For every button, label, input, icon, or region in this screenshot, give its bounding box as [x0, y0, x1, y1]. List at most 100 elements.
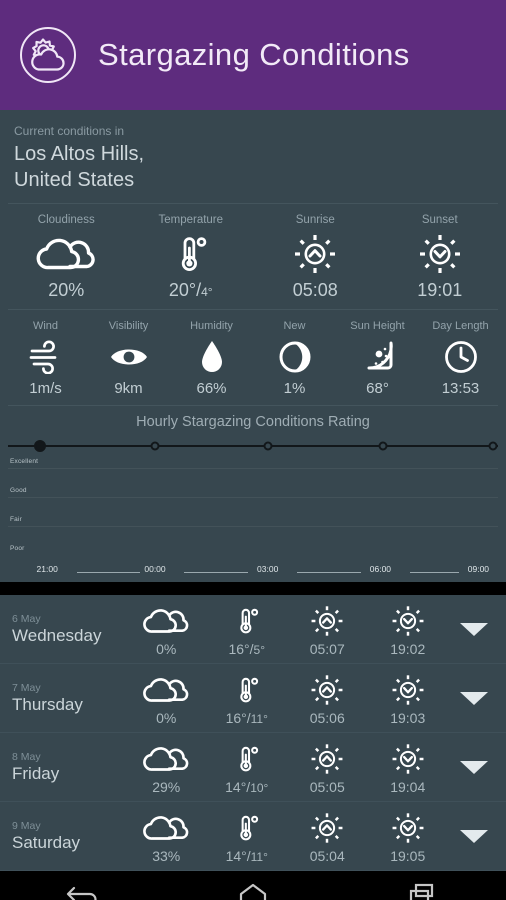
expand-row-button[interactable]	[448, 622, 500, 636]
condition-temperature: Temperature 20°/4°	[129, 214, 254, 301]
android-navigation-bar	[0, 871, 506, 900]
forecast-value: 14°/10°	[225, 778, 269, 795]
cloud-icon	[138, 602, 194, 638]
page-title: Stargazing Conditions	[98, 37, 410, 72]
forecast-value: 29%	[152, 778, 181, 795]
condition-label: Sunrise	[295, 214, 335, 226]
thermometer-icon	[169, 232, 213, 276]
forecast-value: 05:06	[309, 709, 345, 726]
sunrise-icon	[309, 809, 345, 845]
current-conditions-primary: Cloudiness 20% Temperature 20°/4° Sunris…	[0, 204, 506, 309]
chart-marker[interactable]	[33, 440, 46, 452]
forecast-value: 05:04	[309, 847, 345, 864]
expand-row-button[interactable]	[448, 691, 500, 705]
forecast-temperature: 16°/11°	[207, 671, 288, 726]
condition-label: Sun Height	[350, 320, 405, 332]
location-city: Los Altos Hills,	[14, 143, 145, 165]
forecast-value: 05:05	[309, 778, 345, 795]
condition-label: Visibility	[108, 320, 149, 332]
condition-sunset: Sunset 19:01	[378, 214, 503, 301]
chart-x-tick: 06:00	[369, 564, 392, 574]
app-window: Stargazing Conditions Current conditions…	[0, 0, 506, 900]
home-icon	[233, 881, 273, 900]
chart-title: Hourly Stargazing Conditions Rating	[136, 414, 370, 430]
temp-low: 5°	[253, 642, 266, 657]
table-row[interactable]: 6 May Wednesday 0% 16°/5° 05:07 19:02	[0, 595, 506, 664]
forecast-value: 16°/11°	[225, 709, 268, 726]
temp-low: 4°	[201, 285, 213, 299]
moon-phase-icon	[278, 338, 312, 376]
forecast-cloudiness: 0%	[126, 671, 207, 726]
temp-low: 11°	[250, 711, 268, 726]
condition-value: 13:53	[441, 380, 480, 397]
sunrise-icon	[309, 602, 345, 638]
chart-x-tick: 09:00	[467, 564, 490, 574]
wind-icon	[26, 338, 66, 376]
thermometer-icon	[231, 809, 263, 845]
recents-button[interactable]	[337, 881, 506, 900]
chart-marker[interactable]	[150, 441, 160, 451]
forecast-sunrise: 05:07	[287, 602, 368, 657]
sun-behind-cloud-icon	[18, 25, 78, 85]
forecast-value: 16°/5°	[228, 640, 266, 657]
forecast-value: 05:07	[309, 640, 345, 657]
forecast-date: 6 May Wednesday	[6, 613, 126, 646]
hourly-rating-chart[interactable]: Hourly Stargazing Conditions Rating Exce…	[0, 406, 506, 582]
expand-row-button[interactable]	[448, 760, 500, 774]
home-button[interactable]	[169, 881, 338, 900]
location-subtitle: Current conditions in	[14, 124, 125, 138]
sunset-icon	[390, 671, 426, 707]
forecast-date: 8 May Friday	[6, 751, 126, 784]
table-row[interactable]: 8 May Friday 29% 14°/10° 05:05 19:04	[0, 733, 506, 802]
thermometer-icon	[231, 602, 263, 638]
condition-sunrise: Sunrise 05:08	[253, 214, 378, 301]
chart-axis-segment	[184, 572, 249, 573]
content-scroll[interactable]: Current conditions in Los Altos Hills, U…	[0, 110, 506, 871]
condition-label: Day Length	[432, 320, 489, 332]
protractor-icon	[359, 338, 397, 376]
chart-x-tick: 21:00	[36, 564, 58, 574]
back-button[interactable]	[0, 881, 169, 900]
forecast-value: 0%	[156, 709, 177, 726]
chart-gridline	[8, 468, 498, 469]
chart-y-label: Excellent	[10, 458, 39, 465]
caret-down-icon	[460, 691, 488, 705]
table-row[interactable]: 9 May Saturday 33% 14°/11° 05:04 19:05	[0, 802, 506, 871]
condition-label: Wind	[32, 320, 59, 332]
thermometer-icon	[231, 740, 263, 776]
chart-y-label: Poor	[10, 545, 25, 552]
condition-label: Temperature	[158, 214, 224, 226]
sunset-icon	[390, 740, 426, 776]
cloud-icon	[138, 809, 194, 845]
location-country: United States	[14, 169, 135, 191]
forecast-temperature: 14°/11°	[207, 809, 288, 864]
caret-down-icon	[460, 622, 488, 636]
chart-marker[interactable]	[378, 441, 388, 451]
app-header: Stargazing Conditions	[0, 0, 506, 110]
droplet-icon	[198, 338, 226, 376]
expand-row-button[interactable]	[448, 829, 500, 843]
current-conditions-secondary: Wind 1m/s Visibility 9km Humidity 66% Ne…	[0, 310, 506, 405]
recents-icon	[402, 881, 442, 900]
forecast-value: 19:02	[390, 640, 426, 657]
condition-value: 1m/s	[29, 380, 62, 397]
condition-value: 19:01	[417, 280, 463, 300]
table-row[interactable]: 7 May Thursday 0% 16°/11° 05:06 19:03	[0, 664, 506, 733]
condition-wind: Wind 1m/s	[4, 320, 87, 397]
chart-marker[interactable]	[488, 441, 498, 451]
chart-marker[interactable]	[263, 441, 273, 451]
clock-icon	[443, 338, 479, 376]
condition-cloudiness: Cloudiness 20%	[4, 214, 129, 301]
chart-axis-segment	[409, 572, 459, 573]
forecast-date: 7 May Thursday	[6, 682, 126, 715]
chart-x-axis: 21:00 00:00 03:00 06:00 09:00	[8, 560, 498, 582]
chart-y-label: Fair	[10, 516, 22, 523]
back-icon	[64, 881, 104, 900]
forecast-sunset: 19:02	[368, 602, 449, 657]
forecast-day-name: Wednesday	[12, 625, 102, 645]
cloud-icon	[138, 740, 194, 776]
forecast-value: 33%	[152, 847, 181, 864]
eye-icon	[108, 338, 150, 376]
location-block[interactable]: Current conditions in Los Altos Hills, U…	[0, 110, 506, 203]
caret-down-icon	[460, 760, 488, 774]
